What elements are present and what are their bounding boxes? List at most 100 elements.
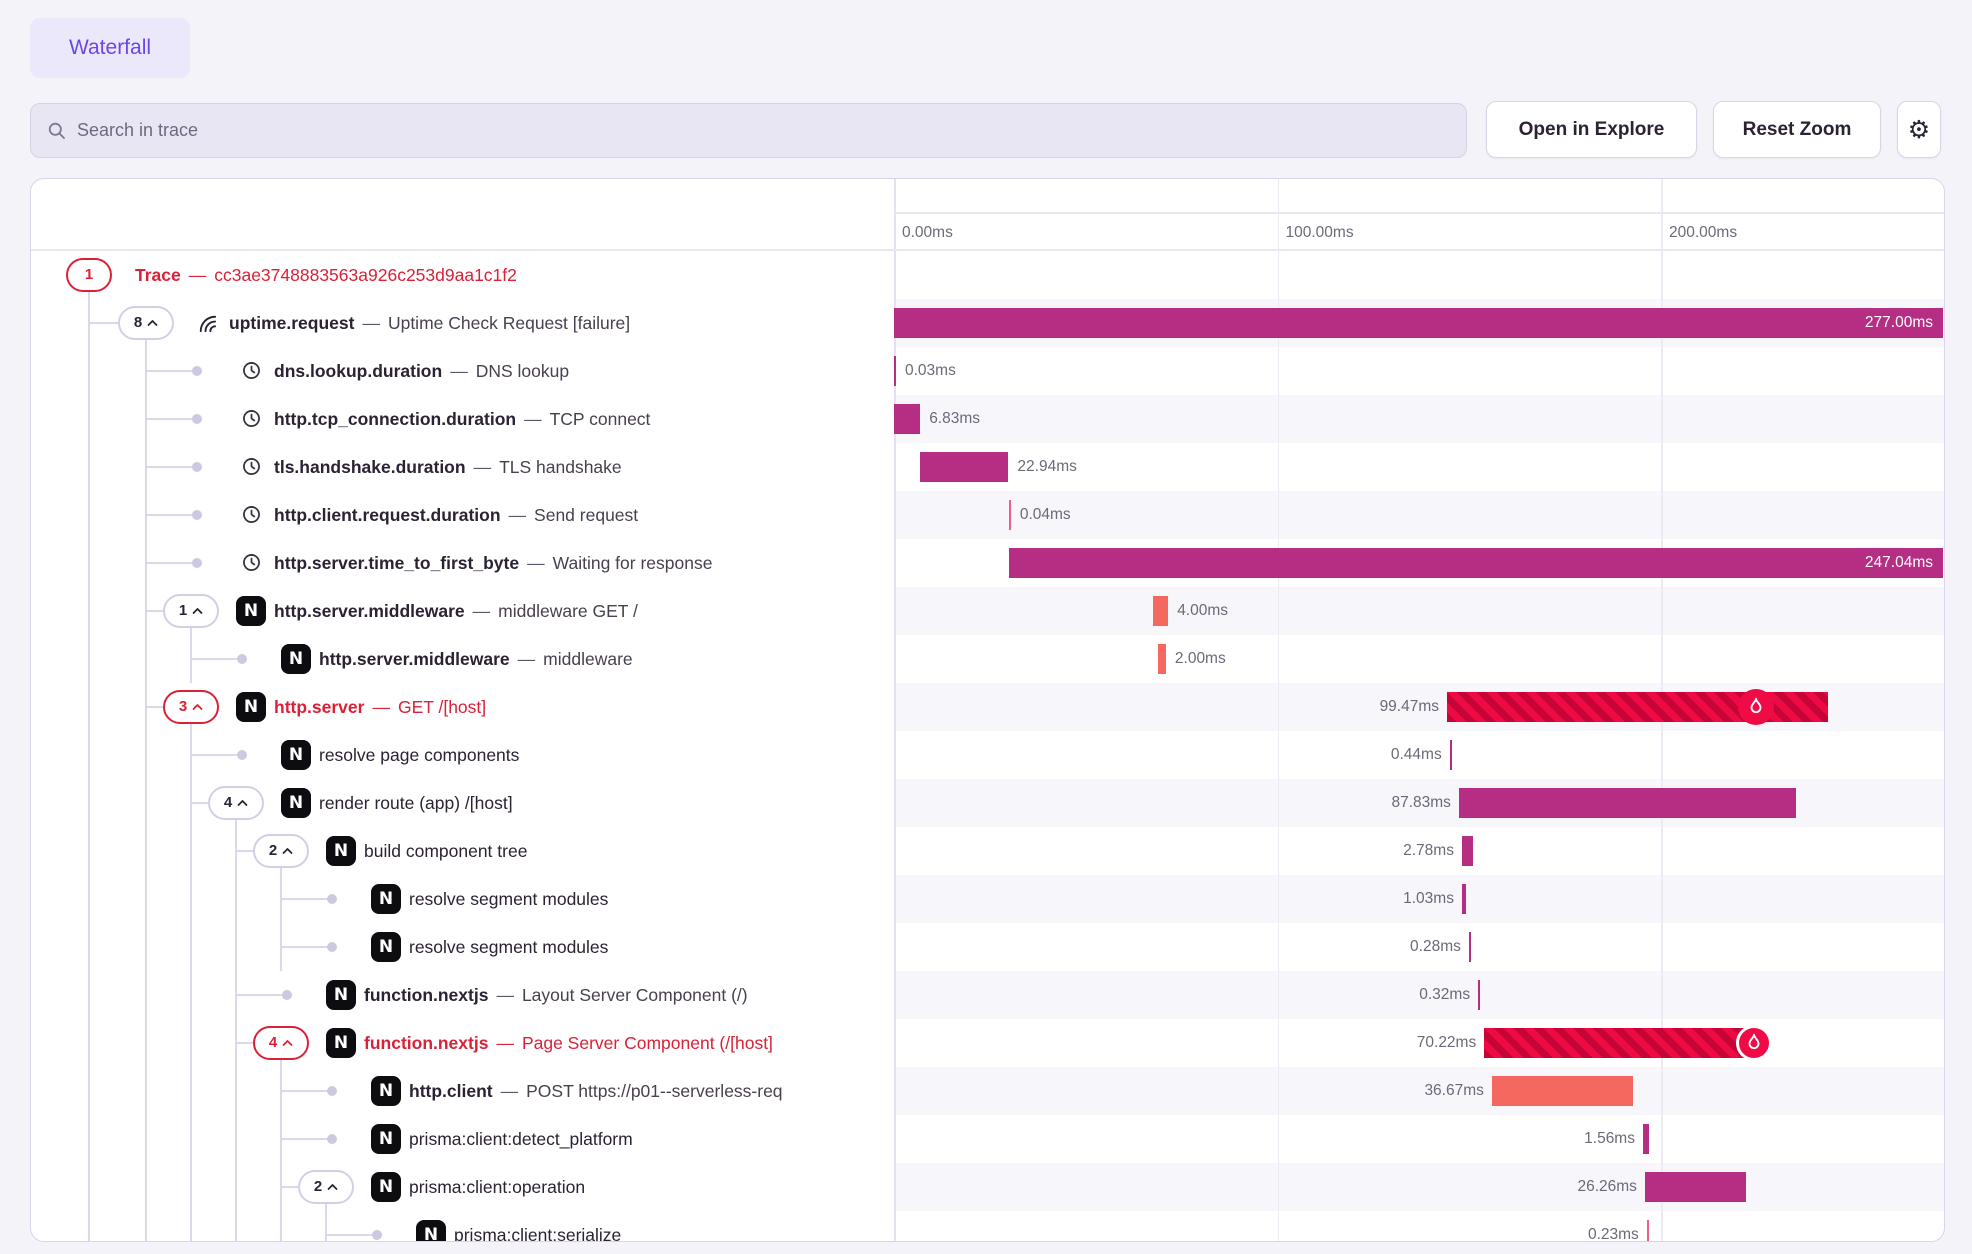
separator: —	[527, 553, 545, 573]
span-duration-bar[interactable]	[1450, 740, 1452, 770]
span-duration-bar[interactable]	[1469, 932, 1471, 962]
reset-zoom-button[interactable]: Reset Zoom	[1713, 101, 1881, 158]
span-row[interactable]: 2Nbuild component tree2.78ms	[31, 827, 1944, 875]
span-duration-bar[interactable]	[1484, 1028, 1753, 1058]
span-tree-cell: 2Nprisma:client:operation	[31, 1163, 894, 1211]
tree-guide-line	[190, 628, 192, 635]
nextjs-icon: N	[281, 740, 311, 770]
nextjs-icon: N	[326, 980, 356, 1010]
expand-collapse-pill[interactable]: 8	[118, 306, 174, 340]
span-row[interactable]: http.client.request.duration—Send reques…	[31, 491, 1944, 539]
child-count: 4	[269, 1034, 277, 1051]
duration-label: 4.00ms	[1177, 596, 1228, 626]
span-duration-bar[interactable]	[1009, 500, 1011, 530]
tree-timeline-divider[interactable]	[894, 179, 896, 1241]
span-duration-bar[interactable]: 247.04ms	[1009, 548, 1943, 578]
span-duration-bar[interactable]	[920, 452, 1008, 482]
span-row[interactable]: 4Nrender route (app) /[host]87.83ms	[31, 779, 1944, 827]
span-row[interactable]: Nfunction.nextjs—Layout Server Component…	[31, 971, 1944, 1019]
span-row[interactable]: 1Trace—cc3ae3748883563a926c253d9aa1c1f2	[31, 251, 1944, 299]
nextjs-icon: N	[326, 1028, 356, 1058]
open-in-explore-button[interactable]: Open in Explore	[1486, 101, 1697, 158]
tree-guide-line	[88, 1019, 90, 1067]
span-duration-bar[interactable]	[1645, 1172, 1746, 1202]
span-description: render route (app) /[host]	[319, 779, 513, 827]
span-row[interactable]: 2Nprisma:client:operation26.26ms	[31, 1163, 1944, 1211]
tree-connector	[146, 706, 163, 708]
span-description: uptime.request—Uptime Check Request [fai…	[229, 299, 630, 347]
span-bar-cell: 1.56ms	[894, 1115, 1944, 1163]
tree-connector	[146, 466, 197, 468]
span-tree-cell: http.client.request.duration—Send reques…	[31, 491, 894, 539]
span-description: http.tcp_connection.duration—TCP connect	[274, 395, 650, 443]
span-row[interactable]: 4Nfunction.nextjs—Page Server Component …	[31, 1019, 1944, 1067]
separator: —	[450, 361, 468, 381]
expand-collapse-pill[interactable]: 1	[163, 594, 219, 628]
span-row[interactable]: 8 uptime.request—Uptime Check Request [fa…	[31, 299, 1944, 347]
span-detail: cc3ae3748883563a926c253d9aa1c1f2	[214, 265, 517, 285]
span-duration-bar[interactable]	[894, 404, 920, 434]
duration-label: 2.78ms	[1403, 836, 1454, 866]
span-row[interactable]: Nresolve segment modules1.03ms	[31, 875, 1944, 923]
span-row[interactable]: Nprisma:client:detect_platform1.56ms	[31, 1115, 1944, 1163]
expand-collapse-pill[interactable]: 2	[253, 834, 309, 868]
span-row[interactable]: Nhttp.client—POST https://p01--serverles…	[31, 1067, 1944, 1115]
expand-collapse-pill[interactable]: 4	[253, 1026, 309, 1060]
span-row[interactable]: 3Nhttp.server—GET /[host]99.47ms	[31, 683, 1944, 731]
child-count: 2	[269, 842, 277, 859]
span-tree: 1Trace—cc3ae3748883563a926c253d9aa1c1f28…	[31, 251, 1944, 1243]
span-bar-cell: 1.03ms	[894, 875, 1944, 923]
span-row[interactable]: tls.handshake.duration—TLS handshake22.9…	[31, 443, 1944, 491]
span-duration-bar[interactable]	[1462, 884, 1466, 914]
expand-collapse-pill[interactable]: 2	[298, 1170, 354, 1204]
separator: —	[474, 457, 492, 477]
tree-guide-line	[88, 1067, 90, 1115]
span-bar-cell: 70.22ms	[894, 1019, 1944, 1067]
span-duration-bar[interactable]	[1459, 788, 1796, 818]
span-duration-bar[interactable]	[894, 356, 896, 386]
settings-button[interactable]: ⚙	[1897, 101, 1941, 158]
span-row[interactable]: Nprisma:client:serialize0.23ms	[31, 1211, 1944, 1243]
tree-connector	[146, 370, 197, 372]
duration-label: 2.00ms	[1175, 644, 1226, 674]
uptime-check-icon	[195, 311, 218, 334]
span-row[interactable]: Nresolve segment modules0.28ms	[31, 923, 1944, 971]
span-duration-bar[interactable]: 277.00ms	[894, 308, 1943, 338]
tree-connector	[281, 898, 332, 900]
span-op-name: http.tcp_connection.duration	[274, 409, 516, 429]
tree-guide-line	[88, 971, 90, 1019]
tree-guide-line	[145, 1019, 147, 1067]
nextjs-icon: N	[371, 1076, 401, 1106]
span-bar-cell: 6.83ms	[894, 395, 1944, 443]
span-duration-bar[interactable]	[1462, 836, 1473, 866]
leaf-dot	[372, 1230, 382, 1240]
span-duration-bar[interactable]	[1643, 1124, 1649, 1154]
tree-connector	[281, 1186, 298, 1188]
span-duration-bar[interactable]	[1158, 644, 1166, 674]
expand-collapse-pill[interactable]: 1	[66, 258, 112, 292]
span-row[interactable]: Nhttp.server.middleware—middleware2.00ms	[31, 635, 1944, 683]
clock-icon	[241, 552, 262, 573]
span-row[interactable]: Nresolve page components0.44ms	[31, 731, 1944, 779]
span-tree-cell: 1Nhttp.server.middleware—middleware GET …	[31, 587, 894, 635]
span-row[interactable]: http.tcp_connection.duration—TCP connect…	[31, 395, 1944, 443]
span-duration-bar[interactable]	[1478, 980, 1480, 1010]
search-input[interactable]: Search in trace	[30, 103, 1467, 158]
expand-collapse-pill[interactable]: 3	[163, 690, 219, 724]
span-row[interactable]: 1Nhttp.server.middleware—middleware GET …	[31, 587, 1944, 635]
clock-icon	[241, 456, 262, 477]
span-row[interactable]: http.server.time_to_first_byte—Waiting f…	[31, 539, 1944, 587]
tree-guide-line	[190, 875, 192, 923]
tree-guide-line	[145, 340, 147, 347]
span-duration-bar[interactable]	[1647, 1220, 1649, 1243]
chevron-up-icon	[282, 847, 293, 855]
expand-collapse-pill[interactable]: 4	[208, 786, 264, 820]
tab-waterfall[interactable]: Waterfall	[30, 18, 190, 78]
span-row[interactable]: dns.lookup.duration—DNS lookup0.03ms	[31, 347, 1944, 395]
span-duration-bar[interactable]	[1492, 1076, 1633, 1106]
span-duration-bar[interactable]	[1153, 596, 1168, 626]
span-detail: middleware	[543, 649, 632, 669]
span-op-name: resolve segment modules	[409, 889, 608, 909]
chevron-up-icon	[237, 799, 248, 807]
duration-label: 1.56ms	[1584, 1124, 1635, 1154]
